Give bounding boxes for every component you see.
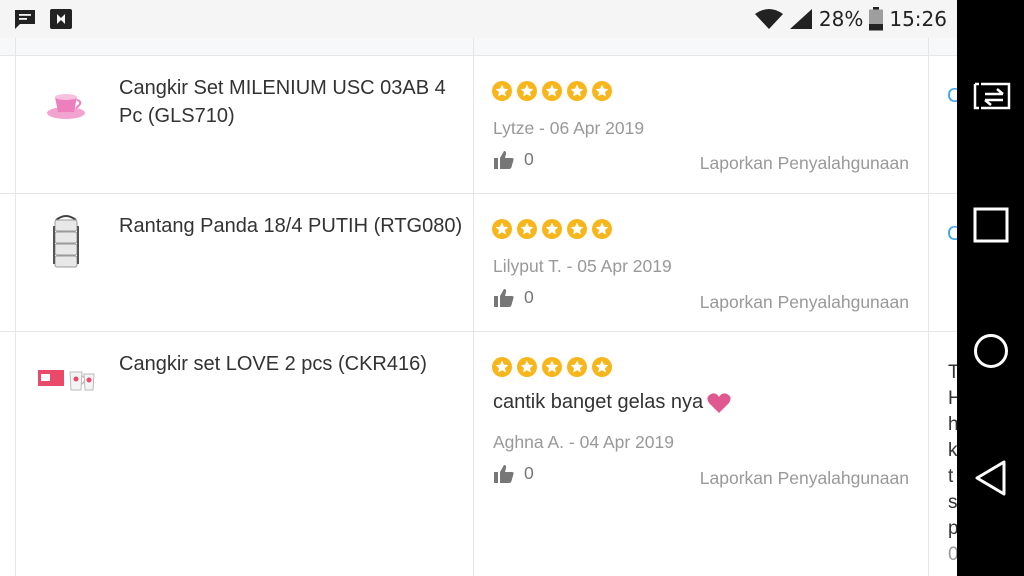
star-icon	[492, 219, 512, 239]
report-abuse-link[interactable]: Laporkan Penyalahgunaan	[700, 292, 909, 313]
product-thumbnail[interactable]	[34, 214, 98, 270]
partial-char: s	[948, 492, 957, 513]
review-author-date: Lilyput T. - 05 Apr 2019	[493, 256, 672, 276]
thumbs-up-icon	[494, 288, 514, 307]
star-icon	[567, 357, 587, 377]
screen-share-button[interactable]	[957, 80, 1024, 112]
home-button[interactable]	[957, 333, 1024, 369]
battery-percent: 28%	[818, 7, 864, 31]
signal-icon	[789, 9, 812, 29]
reviews-table[interactable]: Cangkir Set MILENIUM USC 03AB 4 Pc (GLS7…	[0, 38, 957, 576]
recent-apps-button[interactable]	[957, 207, 1024, 243]
review-text: cantik banget gelas nya	[493, 391, 731, 414]
star-icon	[592, 219, 612, 239]
status-bar: 28% 15:26	[0, 0, 957, 38]
partial-char: T	[948, 362, 957, 383]
right-column-partial-text[interactable]: C	[947, 223, 957, 246]
star-icon	[492, 81, 512, 101]
thumbs-up-icon	[494, 150, 514, 169]
star-icon	[517, 81, 537, 101]
report-abuse-link[interactable]: Laporkan Penyalahgunaan	[700, 468, 909, 489]
system-navigation-bar	[957, 0, 1024, 576]
battery-icon	[869, 7, 884, 31]
star-icon	[592, 81, 612, 101]
cast-app-icon	[50, 9, 72, 29]
partial-char: p	[948, 518, 957, 539]
recent-apps-icon	[973, 207, 1008, 243]
table-row: Rantang Panda 18/4 PUTIH (RTG080) Lilypu…	[0, 194, 957, 332]
review-author-date: Aghna A. - 04 Apr 2019	[493, 432, 674, 452]
partial-char: H	[948, 388, 957, 409]
report-abuse-link[interactable]: Laporkan Penyalahgunaan	[700, 153, 909, 174]
screen-share-icon	[973, 82, 1010, 110]
star-icon	[567, 81, 587, 101]
back-icon	[975, 460, 1005, 496]
like-count: 0	[524, 463, 534, 483]
star-icon	[492, 357, 512, 377]
like-count: 0	[524, 149, 534, 169]
like-button[interactable]: 0	[494, 463, 534, 484]
star-icon	[592, 357, 612, 377]
partial-char: h	[948, 414, 957, 435]
table-header-strip	[0, 38, 957, 56]
product-name[interactable]: Cangkir set LOVE 2 pcs (CKR416)	[119, 350, 464, 378]
product-thumbnail[interactable]	[34, 364, 98, 394]
review-author-date: Lytze - 06 Apr 2019	[493, 118, 645, 138]
rating-stars	[492, 219, 612, 239]
star-icon	[567, 219, 587, 239]
rating-stars	[492, 357, 612, 377]
product-name[interactable]: Cangkir Set MILENIUM USC 03AB 4 Pc (GLS7…	[119, 74, 464, 130]
back-button[interactable]	[957, 459, 1024, 497]
right-column-partial-text: T H h k t s p 0	[948, 360, 957, 568]
product-name[interactable]: Rantang Panda 18/4 PUTIH (RTG080)	[119, 212, 464, 240]
wifi-icon	[754, 9, 783, 29]
star-icon	[517, 357, 537, 377]
review-text-content: cantik banget gelas nya	[493, 391, 704, 413]
message-icon	[15, 10, 35, 29]
thumbs-up-icon	[494, 464, 514, 483]
partial-char: t	[948, 466, 954, 487]
star-icon	[542, 81, 562, 101]
rating-stars	[492, 81, 612, 101]
partial-char: 0	[948, 544, 957, 565]
table-row: Cangkir Set MILENIUM USC 03AB 4 Pc (GLS7…	[0, 55, 957, 194]
table-row: Cangkir set LOVE 2 pcs (CKR416) cantik b…	[0, 332, 957, 576]
star-icon	[517, 219, 537, 239]
like-button[interactable]: 0	[494, 287, 534, 308]
heart-icon	[707, 392, 731, 413]
partial-char: k	[948, 440, 957, 461]
star-icon	[542, 357, 562, 377]
like-button[interactable]: 0	[494, 149, 534, 170]
product-thumbnail[interactable]	[34, 79, 98, 127]
star-icon	[542, 219, 562, 239]
like-count: 0	[524, 287, 534, 307]
clock: 15:26	[889, 7, 947, 31]
home-icon	[973, 334, 1008, 368]
right-column-partial-text[interactable]: C	[947, 85, 957, 108]
